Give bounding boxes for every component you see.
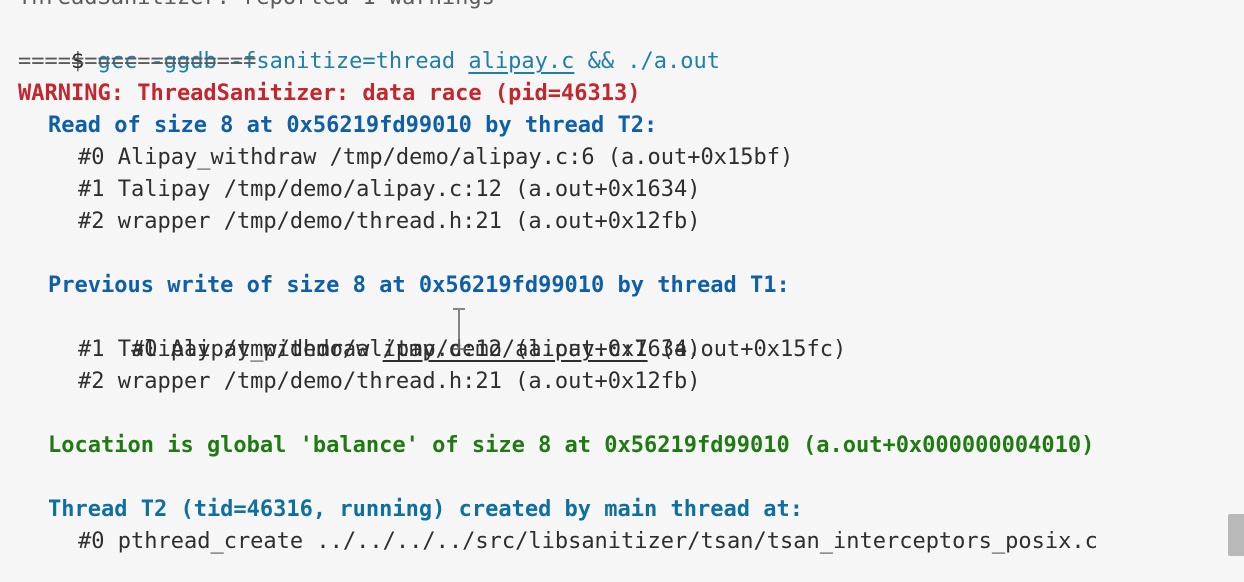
location-line: Location is global 'balance' of size 8 a… [48,433,1095,458]
text-cursor-icon [453,308,465,350]
thread-frame-0: #0 pthread_create ../../../../src/libsan… [78,529,1098,554]
command-suffix: && ./a.out [574,49,721,74]
write-frame-2: #2 wrapper /tmp/demo/thread.h:21 (a.out+… [78,369,701,394]
separator-line: ================== [18,49,257,74]
write-access-header: Previous write of size 8 at 0x56219fd990… [48,273,790,298]
read-frame-0: #0 Alipay_withdraw /tmp/demo/alipay.c:6 … [78,145,794,170]
write-frame-0: #0 Alipay_withdraw /tmp/demo/alipay.c:7 … [78,302,846,362]
previous-output-line: ThreadSanitizer: reported 1 warnings [18,0,495,14]
write-frame-1: #1 Talipay /tmp/demo/alipay.c:12 (a.out+… [78,337,701,362]
command-line: $ gcc -ggdb -fsanitize=thread alipay.c &… [18,14,720,74]
command-file-link[interactable]: alipay.c [468,49,574,74]
thread-created-header: Thread T2 (tid=46316, running) created b… [48,497,803,522]
read-access-header: Read of size 8 at 0x56219fd99010 by thre… [48,113,658,138]
read-frame-2: #2 wrapper /tmp/demo/thread.h:21 (a.out+… [78,209,701,234]
terminal-output[interactable]: ThreadSanitizer: reported 1 warnings $ g… [0,0,1244,582]
vertical-scrollbar[interactable] [1228,514,1244,556]
warning-line: WARNING: ThreadSanitizer: data race (pid… [18,81,641,106]
read-frame-1: #1 Talipay /tmp/demo/alipay.c:12 (a.out+… [78,177,701,202]
